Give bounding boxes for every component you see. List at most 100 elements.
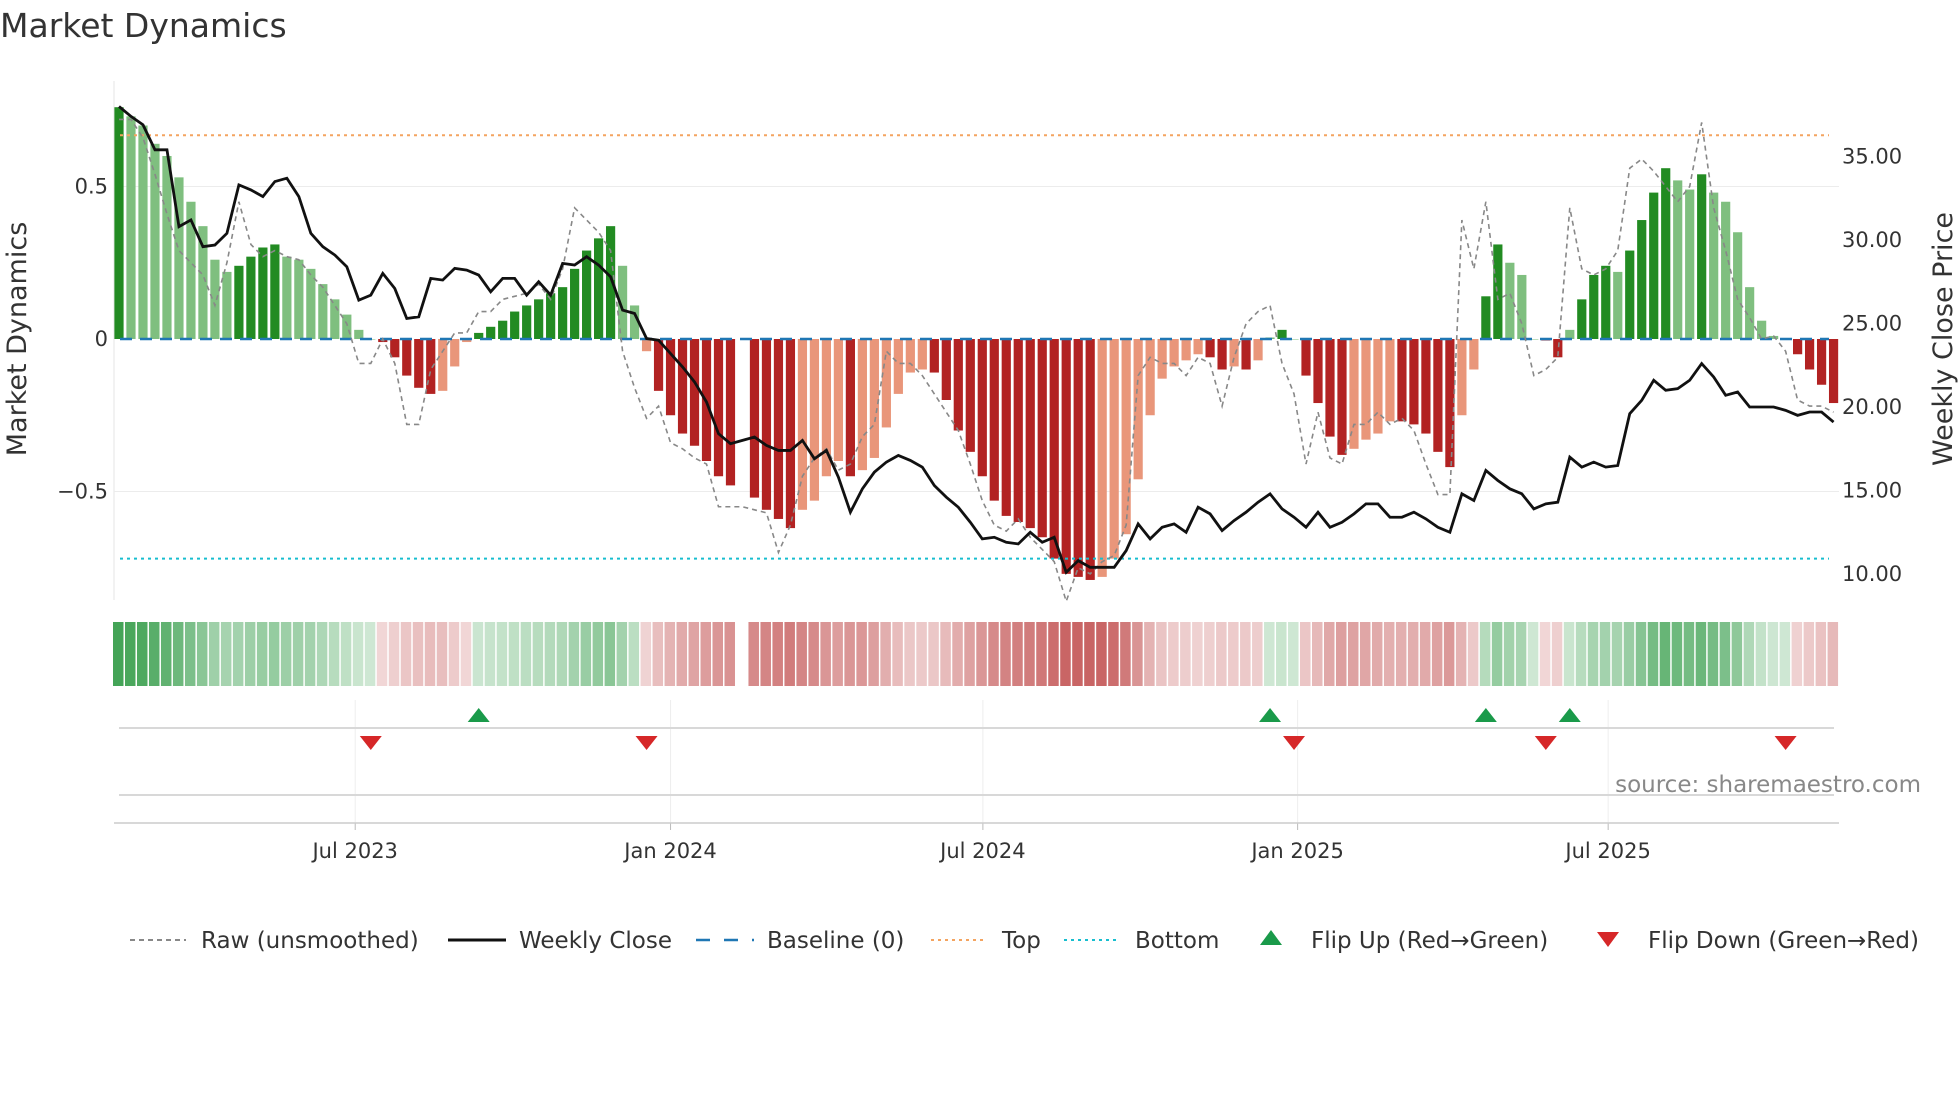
momentum-bar	[330, 299, 340, 339]
momentum-bar	[510, 311, 520, 339]
legend-flip-down-icon	[1597, 932, 1619, 947]
momentum-bar	[1505, 262, 1515, 339]
strip-cell	[1779, 622, 1791, 686]
momentum-bar	[582, 250, 592, 339]
strip-cell	[208, 622, 220, 686]
strip-cell	[1383, 622, 1395, 686]
legend-label: Weekly Close	[519, 928, 672, 954]
strip-cell	[448, 622, 460, 686]
momentum-bar	[1457, 339, 1467, 416]
momentum-bar	[1121, 339, 1131, 535]
momentum-bar	[1397, 339, 1407, 422]
momentum-bar	[653, 339, 664, 391]
momentum-bar	[294, 259, 304, 339]
strip-cell	[1000, 622, 1011, 686]
x-tick-label: Jul 2025	[1563, 839, 1650, 863]
y-tick-label: 0	[95, 327, 108, 351]
strip-cell	[376, 622, 388, 686]
momentum-bar	[797, 339, 808, 510]
momentum-bar	[342, 314, 352, 339]
flip-up-marker	[1558, 708, 1581, 722]
strip-cell	[664, 622, 676, 686]
momentum-bar	[1157, 339, 1167, 379]
strip-cell	[1695, 622, 1707, 686]
momentum-bar	[1229, 339, 1239, 367]
strip-cell	[1312, 622, 1323, 686]
strip-cell	[688, 622, 700, 686]
strip-cell	[820, 622, 831, 686]
momentum-bar	[198, 226, 208, 339]
strip-cell	[1803, 622, 1815, 686]
momentum-bar	[1661, 168, 1671, 339]
strip-cell	[988, 622, 999, 686]
strip-cell	[1204, 622, 1215, 686]
momentum-bar	[785, 339, 796, 529]
strip-cell	[1323, 622, 1335, 686]
momentum-bar	[761, 339, 772, 510]
strip-cell	[520, 622, 532, 686]
momentum-bar	[1109, 339, 1119, 559]
strip-cell	[136, 622, 148, 686]
momentum-bar	[1637, 220, 1647, 339]
strip-cell	[844, 622, 855, 686]
momentum-bar	[1205, 339, 1215, 358]
momentum-bar	[246, 256, 256, 339]
strip-cell	[244, 622, 256, 686]
momentum-bar	[1469, 339, 1479, 370]
momentum-bar	[1373, 339, 1383, 434]
momentum-bar	[402, 339, 412, 376]
strip-cell	[400, 622, 412, 686]
strip-cell	[652, 622, 664, 686]
momentum-bar	[1685, 189, 1695, 339]
momentum-bar	[1493, 244, 1503, 339]
strip-cell	[1168, 622, 1179, 686]
legend-label: Baseline (0)	[767, 928, 904, 954]
strip-cell	[1072, 622, 1083, 686]
momentum-bar	[965, 339, 975, 452]
strip-cell	[880, 622, 891, 686]
momentum-bar	[1733, 232, 1743, 339]
flip-down-marker	[359, 736, 382, 750]
momentum-bar	[917, 339, 927, 370]
momentum-bar	[486, 326, 496, 339]
strip-cell	[1767, 622, 1779, 686]
strip-cell	[1407, 622, 1419, 686]
strip-cell	[1815, 622, 1827, 686]
strip-cell	[1108, 622, 1119, 686]
strip-cell	[544, 622, 556, 686]
strip-cell	[292, 622, 304, 686]
strip-cell	[160, 622, 172, 686]
weekly-close-line	[118, 105, 1835, 575]
momentum-bar	[1313, 339, 1323, 404]
momentum-bar	[1145, 339, 1155, 416]
momentum-bar	[1241, 339, 1251, 370]
strip-cell	[124, 622, 136, 686]
strip-cell	[508, 622, 520, 686]
strip-cell	[412, 622, 424, 686]
strip-cell	[1084, 622, 1095, 686]
momentum-bar	[1193, 339, 1203, 355]
strip-cell	[196, 622, 208, 686]
y2-tick-label: 30.00	[1842, 228, 1902, 252]
x-tick-label: Jul 2023	[310, 839, 397, 863]
strip-cell	[328, 622, 340, 686]
strip-cell	[832, 622, 843, 686]
y2-axis-label: Weekly Close Price	[1928, 212, 1959, 466]
strip-cell	[1156, 622, 1167, 686]
strip-cell	[1036, 622, 1047, 686]
strip-cell	[712, 622, 723, 686]
flip-up-marker	[467, 708, 490, 722]
momentum-bar	[1085, 339, 1095, 580]
strip-cell	[1359, 622, 1371, 686]
momentum-bar	[1061, 339, 1071, 574]
momentum-bar	[1709, 192, 1719, 339]
strip-cell	[1587, 622, 1599, 686]
momentum-bar	[929, 339, 939, 373]
momentum-bar	[222, 271, 232, 339]
y2-tick-label: 10.00	[1842, 562, 1902, 586]
strip-cell	[796, 622, 807, 686]
momentum-bar	[306, 268, 316, 339]
momentum-bar	[689, 339, 700, 446]
strip-cell	[1216, 622, 1227, 686]
momentum-bar	[426, 339, 436, 394]
